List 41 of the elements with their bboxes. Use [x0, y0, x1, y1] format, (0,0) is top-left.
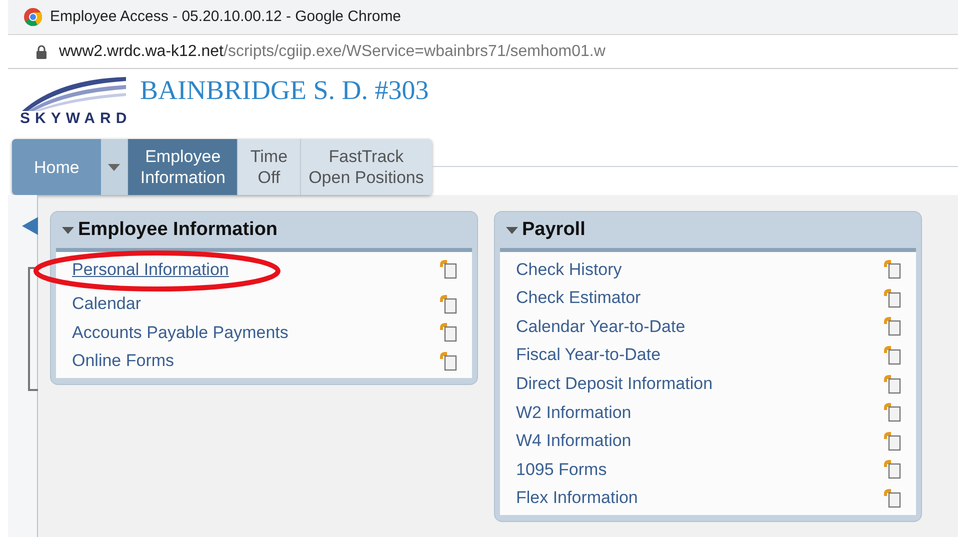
caret-down-icon: [108, 164, 120, 170]
bookmark-page-icon[interactable]: [438, 351, 458, 372]
menu-link[interactable]: Check History: [516, 256, 622, 282]
panel-title: Employee Information: [78, 218, 278, 242]
district-name: BAINBRIDGE S. D. #303: [140, 77, 429, 104]
window-title: Employee Access - 05.20.10.00.12 - Google Chrome: [50, 6, 402, 27]
panel-title: Payroll: [522, 218, 586, 242]
caret-down-icon[interactable]: [506, 226, 518, 234]
menu-link[interactable]: Calendar Year-to-Date: [516, 314, 686, 340]
bookmark-page-icon[interactable]: [882, 459, 902, 480]
bookmark-page-icon[interactable]: [882, 402, 902, 422]
bookmark-page-icon[interactable]: [882, 345, 902, 366]
home-dropdown-button[interactable]: [101, 139, 128, 195]
logo-text: SKYWARD: [19, 111, 126, 126]
nav-tab[interactable]: Employee Information: [127, 139, 238, 195]
bookmark-page-icon[interactable]: [438, 322, 458, 342]
menu-link[interactable]: 1095 Forms: [516, 456, 607, 482]
nav-tab[interactable]: Time Off: [237, 139, 300, 195]
menu-link[interactable]: Accounts Payable Payments: [72, 320, 288, 346]
caret-down-icon[interactable]: [62, 226, 74, 234]
bookmark-page-icon[interactable]: [882, 430, 902, 451]
menu-link[interactable]: Fiscal Year-to-Date: [516, 342, 661, 368]
menu-link[interactable]: Flex Information: [516, 485, 638, 511]
menu-link[interactable]: W2 Information: [516, 400, 632, 426]
menu-link[interactable]: Check Estimator: [516, 285, 641, 311]
bookmark-page-icon[interactable]: [438, 294, 458, 314]
address-bar-url[interactable]: www2.wrdc.wa-k12.net/scripts/cgiip.exe/WService=wbainbrs71/semhom01.w: [59, 40, 606, 64]
bookmark-page-icon[interactable]: [882, 288, 902, 308]
browser-logo-icon: [24, 8, 42, 26]
menu-link[interactable]: Calendar: [72, 291, 141, 317]
menu-link[interactable]: Direct Deposit Information: [516, 370, 713, 396]
nav-tab[interactable]: FastTrack Open Positions: [300, 139, 432, 195]
bookmark-page-icon[interactable]: [438, 259, 458, 280]
bookmark-page-icon[interactable]: [882, 316, 902, 336]
bookmark-page-icon[interactable]: [882, 374, 902, 394]
menu-link[interactable]: W4 Information: [516, 428, 632, 454]
menu-link[interactable]: Online Forms: [72, 348, 174, 374]
bookmark-page-icon[interactable]: [882, 488, 902, 508]
collapse-arrow-icon[interactable]: [22, 217, 38, 235]
lock-icon: [36, 44, 47, 58]
bookmark-page-icon[interactable]: [882, 259, 902, 280]
